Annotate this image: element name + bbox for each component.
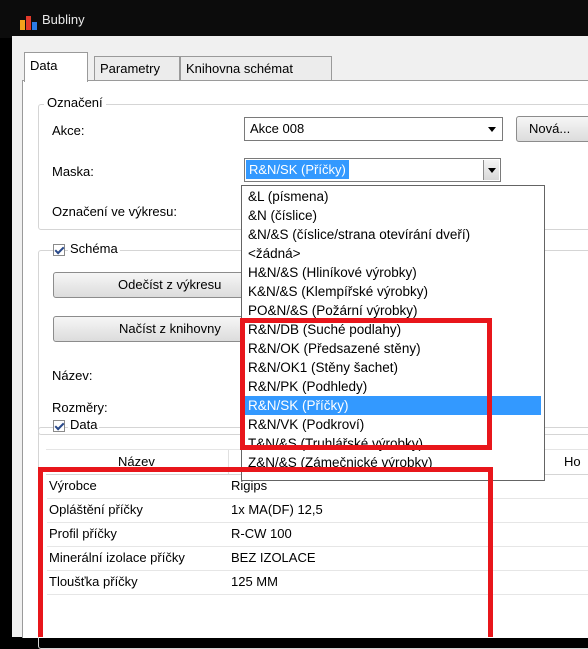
tab-parametry[interactable]: Parametry xyxy=(94,56,180,80)
dropdown-option[interactable]: K&N/&S (Klempířské výrobky) xyxy=(248,282,428,301)
akce-combo[interactable]: Akce 008 xyxy=(244,117,503,141)
nacist-z-knihovny-button[interactable]: Načíst z knihovny xyxy=(53,316,253,342)
app-icon xyxy=(20,14,38,30)
schema-checkbox-label: Schéma xyxy=(68,241,120,256)
akce-label: Akce: xyxy=(52,123,85,138)
nova-button[interactable]: Nová... xyxy=(516,116,588,142)
column-header-hodnota[interactable]: Ho xyxy=(564,454,581,469)
dropdown-button[interactable] xyxy=(483,160,499,180)
schema-checkbox[interactable] xyxy=(53,244,65,256)
oznaceni-ve-vykresu-label: Označení ve výkresu: xyxy=(52,204,177,219)
data-checkbox-label: Data xyxy=(68,417,100,432)
dropdown-option[interactable]: <žádná> xyxy=(248,244,301,263)
dropdown-option[interactable]: H&N/&S (Hliníkové výrobky) xyxy=(248,263,417,282)
dropdown-option[interactable]: &N/&S (číslice/strana otevírání dveří) xyxy=(248,225,470,244)
oznaceni-group-label: Označení xyxy=(44,95,106,110)
odecist-z-vykresu-button[interactable]: Odečíst z výkresu xyxy=(53,272,253,298)
tab-data[interactable]: Data xyxy=(24,52,88,82)
akce-value: Akce 008 xyxy=(250,121,305,136)
title-bar xyxy=(0,0,588,38)
dropdown-option[interactable]: &L (písmena) xyxy=(248,187,329,206)
data-checkbox[interactable] xyxy=(53,420,65,432)
dropdown-option[interactable]: &N (číslice) xyxy=(248,206,317,225)
window-title: Bubliny xyxy=(42,12,85,27)
chevron-down-icon xyxy=(488,127,496,132)
annotation-highlight-data xyxy=(38,467,493,637)
nazev-label: Název: xyxy=(52,368,93,383)
maska-value: R&N/SK (Příčky) xyxy=(246,160,349,179)
maska-label: Maska: xyxy=(52,164,94,179)
chevron-down-icon xyxy=(488,168,496,173)
rozmery-label: Rozměry: xyxy=(52,400,108,415)
maska-combo[interactable]: R&N/SK (Příčky) xyxy=(244,158,501,182)
annotation-highlight-options xyxy=(240,318,492,450)
tab-knihovna-schemat[interactable]: Knihovna schémat xyxy=(180,56,332,80)
